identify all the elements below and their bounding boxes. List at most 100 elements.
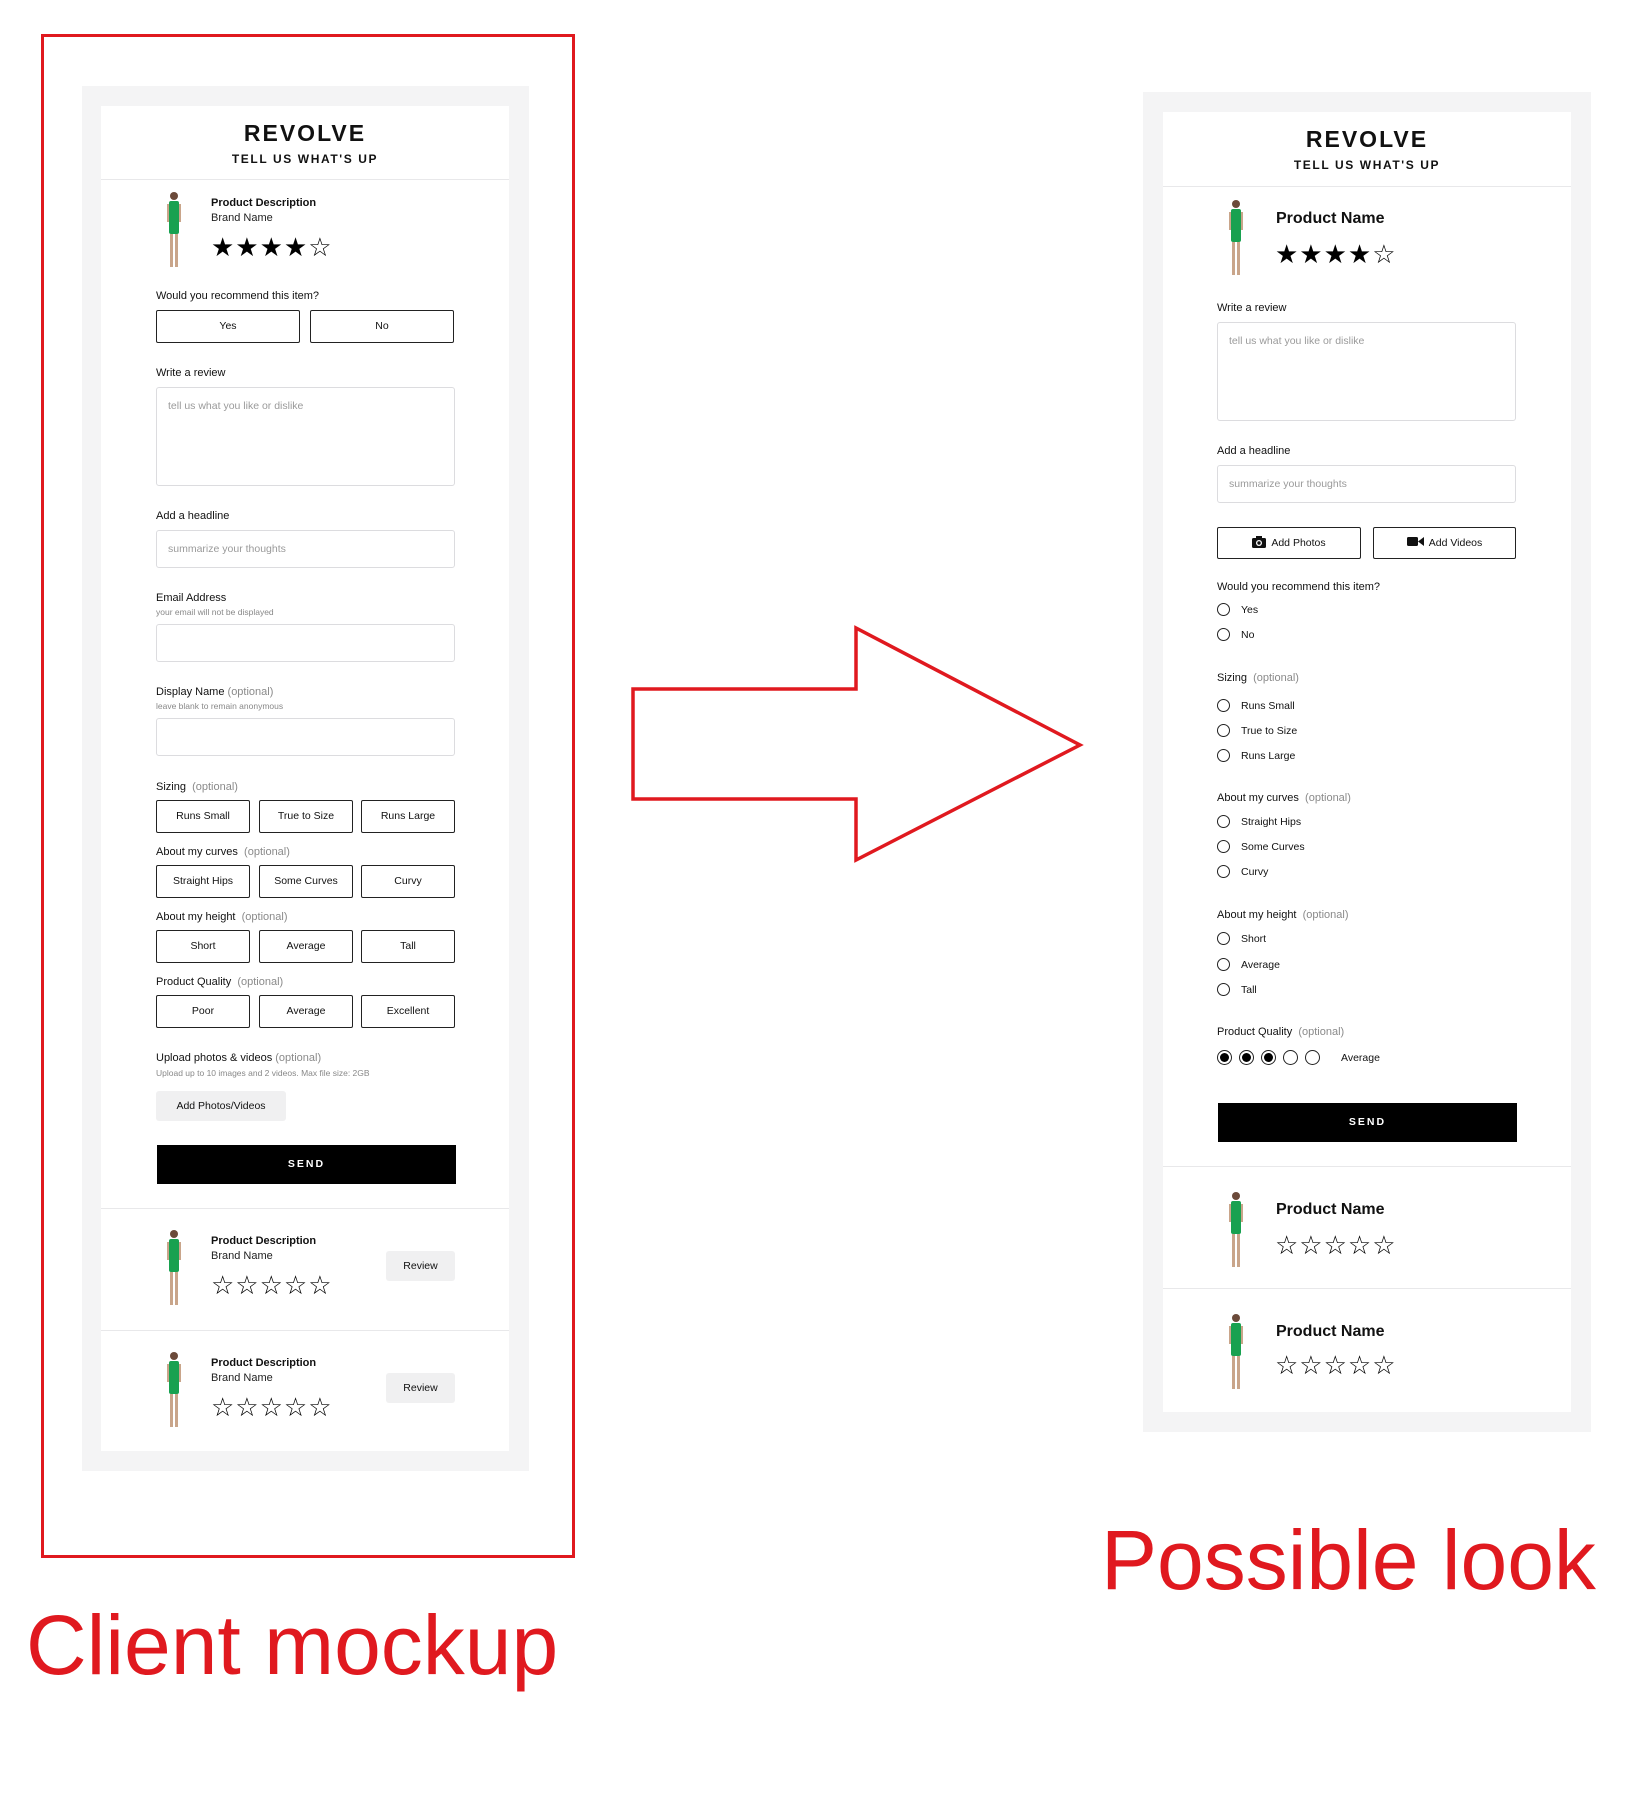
star-rating[interactable]: ☆☆☆☆☆ — [211, 1270, 333, 1301]
rating-dot-fill — [1220, 1053, 1229, 1062]
height-label: About my height (optional) — [1217, 909, 1348, 921]
optional-tag: (optional) — [227, 686, 274, 698]
review-textarea[interactable]: tell us what you like or dislike — [1217, 322, 1516, 421]
radio-circle-icon — [1217, 699, 1230, 712]
optional-tag: (optional) — [241, 911, 288, 923]
radio-straight-hips[interactable]: Straight Hips — [1217, 815, 1301, 828]
display-name-input[interactable] — [156, 718, 455, 756]
product-description: Product Description — [211, 197, 317, 209]
sizing-runs-large-button[interactable]: Runs Large — [361, 800, 455, 833]
brand-name: Brand Name — [211, 1372, 273, 1384]
display-name-label: Display Name (optional) — [156, 686, 273, 698]
possible-look-caption: Possible look — [1101, 1513, 1596, 1607]
add-videos-button[interactable]: Add Videos — [1373, 527, 1516, 559]
recommend-label: Would you recommend this item? — [156, 290, 320, 302]
recommend-yes-button[interactable]: Yes — [156, 310, 300, 343]
radio-label: Runs Small — [1241, 699, 1295, 712]
sizing-label-text: Sizing — [156, 781, 186, 793]
radio-some-curves[interactable]: Some Curves — [1217, 840, 1305, 853]
radio-yes[interactable]: Yes — [1217, 603, 1258, 616]
height-tall-button[interactable]: Tall — [361, 930, 455, 963]
recommend-no-button[interactable]: No — [310, 310, 454, 343]
quality-poor-button[interactable]: Poor — [156, 995, 250, 1028]
email-input[interactable] — [156, 624, 455, 662]
brand-logo: REVOLVE — [243, 120, 367, 146]
review-label: Write a review — [1217, 302, 1287, 314]
header-divider — [101, 179, 509, 180]
height-average-button[interactable]: Average — [259, 930, 353, 963]
radio-label: Some Curves — [1241, 840, 1305, 853]
send-button[interactable]: SEND — [157, 1145, 456, 1184]
radio-true-to-size[interactable]: True to Size — [1217, 724, 1297, 737]
quality-label: Product Quality (optional) — [156, 976, 283, 988]
section-divider — [1163, 1288, 1571, 1289]
rating-dot-empty[interactable] — [1283, 1050, 1298, 1065]
client-mockup-caption: Client mockup — [26, 1598, 559, 1692]
radio-label: Runs Large — [1241, 749, 1296, 762]
sizing-true-to-size-button[interactable]: True to Size — [259, 800, 353, 833]
headline-label: Add a headline — [1217, 445, 1291, 457]
star-rating[interactable]: ☆☆☆☆☆ — [1275, 1350, 1397, 1381]
email-hint: your email will not be displayed — [156, 607, 274, 617]
upload-hint: Upload up to 10 images and 2 videos. Max… — [156, 1068, 370, 1078]
curves-curvy-button[interactable]: Curvy — [361, 865, 455, 898]
star-rating[interactable]: ☆☆☆☆☆ — [211, 1392, 333, 1423]
quality-rating[interactable]: Average — [1217, 1050, 1380, 1065]
radio-curvy[interactable]: Curvy — [1217, 865, 1268, 878]
radio-tall[interactable]: Tall — [1217, 983, 1257, 996]
radio-average[interactable]: Average — [1217, 958, 1280, 971]
curves-straight-hips-button[interactable]: Straight Hips — [156, 865, 250, 898]
height-short-button[interactable]: Short — [156, 930, 250, 963]
rating-dot-filled[interactable] — [1239, 1050, 1254, 1065]
add-photos-videos-button[interactable]: Add Photos/Videos — [156, 1091, 286, 1121]
email-label: Email Address — [156, 592, 227, 604]
sizing-label: Sizing (optional) — [1217, 672, 1299, 684]
rating-dot-fill — [1264, 1053, 1273, 1062]
quality-excellent-button[interactable]: Excellent — [361, 995, 455, 1028]
review-textarea[interactable]: tell us what you like or dislike — [156, 387, 455, 486]
radio-circle-icon — [1217, 749, 1230, 762]
radio-label: Tall — [1241, 983, 1257, 996]
review-button[interactable]: Review — [386, 1251, 455, 1281]
arrow-right-icon — [631, 625, 1084, 863]
product-image — [1229, 1314, 1243, 1389]
video-camera-icon — [1406, 537, 1424, 546]
radio-circle-icon — [1217, 958, 1230, 971]
display-name-label-text: Display Name — [156, 686, 225, 698]
radio-no[interactable]: No — [1217, 628, 1254, 641]
add-photos-button[interactable]: Add Photos — [1217, 527, 1361, 559]
curves-label: About my curves (optional) — [156, 846, 290, 858]
rating-dot-filled[interactable] — [1261, 1050, 1276, 1065]
sizing-runs-small-button[interactable]: Runs Small — [156, 800, 250, 833]
send-button[interactable]: SEND — [1218, 1103, 1517, 1142]
quality-average-button[interactable]: Average — [259, 995, 353, 1028]
headline-input[interactable]: summarize your thoughts — [1217, 465, 1516, 503]
radio-short[interactable]: Short — [1217, 932, 1266, 945]
camera-icon — [1252, 536, 1267, 548]
quality-label-text: Product Quality — [156, 976, 232, 988]
review-button[interactable]: Review — [386, 1373, 455, 1403]
quality-dots[interactable] — [1217, 1050, 1327, 1065]
radio-label: Curvy — [1241, 865, 1269, 878]
curves-some-curves-button[interactable]: Some Curves — [259, 865, 353, 898]
brand-name: Brand Name — [211, 1250, 273, 1262]
product-description: Product Description — [211, 1357, 317, 1369]
radio-circle-icon — [1217, 724, 1230, 737]
rating-dot-filled[interactable] — [1217, 1050, 1232, 1065]
sizing-label-text: Sizing — [1217, 672, 1247, 684]
star-rating[interactable]: ☆☆☆☆☆ — [1275, 1230, 1397, 1261]
radio-runs-large[interactable]: Runs Large — [1217, 749, 1295, 762]
tagline: TELL US WHAT'S UP — [1293, 158, 1441, 172]
optional-tag: (optional) — [1305, 792, 1351, 804]
star-rating[interactable]: ★★★★☆ — [1275, 239, 1397, 270]
upload-label-text: Upload photos & videos — [156, 1052, 273, 1064]
star-rating[interactable]: ★★★★☆ — [211, 232, 333, 263]
headline-input[interactable]: summarize your thoughts — [156, 530, 455, 568]
product-name: Product Name — [1276, 210, 1385, 227]
radio-label: Yes — [1241, 603, 1259, 616]
optional-tag: (optional) — [1253, 672, 1299, 684]
section-divider — [1163, 1166, 1571, 1167]
rating-dot-empty[interactable] — [1305, 1050, 1320, 1065]
radio-runs-small[interactable]: Runs Small — [1217, 699, 1295, 712]
tagline: TELL US WHAT'S UP — [231, 152, 379, 166]
